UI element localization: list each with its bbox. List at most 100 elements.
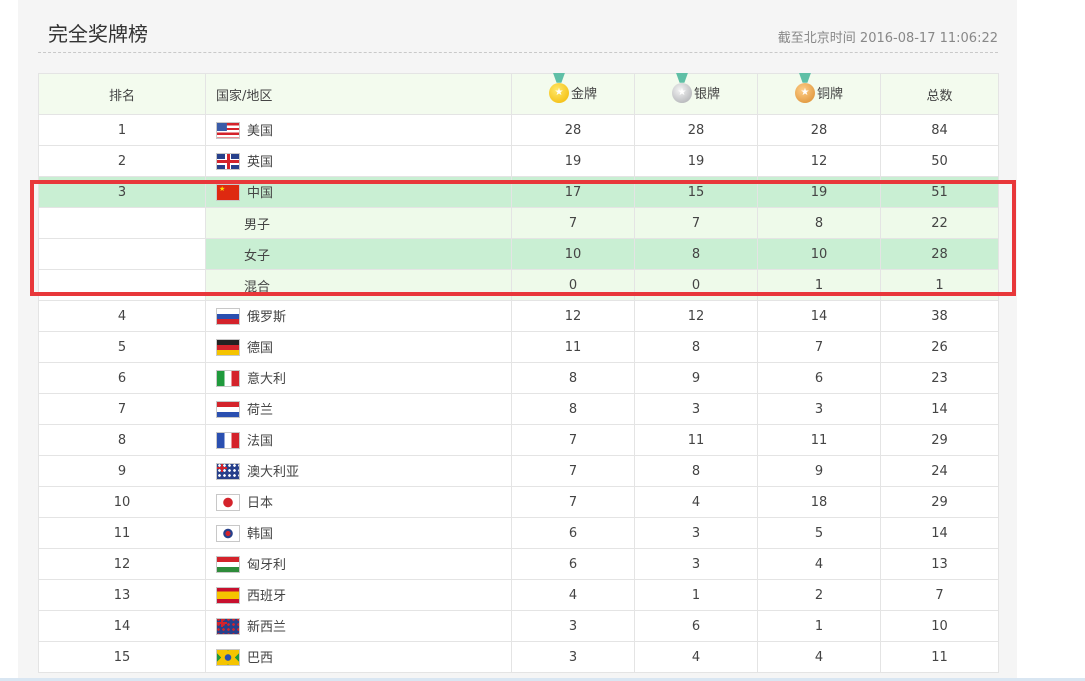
silver-cell: 28 (634, 114, 758, 146)
silver-cell: 3 (634, 548, 758, 580)
country-name: 韩国 (247, 527, 274, 542)
bronze-cell: 28 (757, 114, 881, 146)
china-breakdown-row: 混合 0 0 1 1 (38, 269, 999, 301)
gold-cell: 11 (511, 331, 635, 363)
bronze-cell: 7 (757, 331, 881, 363)
page-title: 完全奖牌榜 (48, 22, 148, 46)
country-cell[interactable]: 美国 (205, 114, 512, 146)
country-cell[interactable]: 巴西 (205, 641, 512, 673)
country-cell[interactable]: 法国 (205, 424, 512, 456)
rank-cell: 8 (38, 424, 206, 456)
country-name: 美国 (247, 124, 274, 139)
silver-cell: 3 (634, 517, 758, 549)
gold-cell: 28 (511, 114, 635, 146)
silver-cell: 3 (634, 393, 758, 425)
gold-cell: 7 (511, 486, 635, 518)
silver-medal-icon: ★ (671, 72, 692, 103)
total-cell: 38 (880, 300, 999, 332)
rank-cell: 12 (38, 548, 206, 580)
china-flag-icon: ★ (216, 184, 240, 201)
russia-flag-icon (216, 308, 240, 325)
country-header: 国家/地区 (205, 73, 512, 115)
table-row: 12 匈牙利 6 3 4 13 (38, 548, 999, 580)
table-header-row: 排名 国家/地区 ★ 金牌 ★ 银牌 ★ 铜牌 总数 (38, 72, 999, 115)
country-name: 中国 (247, 186, 274, 201)
country-cell[interactable]: 澳大利亚 (205, 455, 512, 487)
country-name: 英国 (247, 155, 274, 170)
gold-cell: 7 (511, 207, 635, 239)
table-row: 9 澳大利亚 7 8 9 24 (38, 455, 999, 487)
country-cell[interactable]: 俄罗斯 (205, 300, 512, 332)
country-cell[interactable]: 西班牙 (205, 579, 512, 611)
rank-cell: 2 (38, 145, 206, 177)
gold-cell: 8 (511, 362, 635, 394)
gold-header-label: 金牌 (570, 87, 597, 103)
total-cell: 26 (880, 331, 999, 363)
hungary-flag-icon (216, 556, 240, 573)
silver-cell: 15 (634, 176, 758, 208)
silver-cell: 8 (634, 331, 758, 363)
silver-cell: 8 (634, 238, 758, 270)
rank-cell: 10 (38, 486, 206, 518)
silver-cell: 11 (634, 424, 758, 456)
country-cell[interactable]: ★ 中国 (205, 176, 512, 208)
empty-rank-cell (38, 269, 206, 301)
total-cell: 13 (880, 548, 999, 580)
silver-cell: 19 (634, 145, 758, 177)
category-label: 混合 (205, 269, 512, 301)
silver-cell: 1 (634, 579, 758, 611)
empty-rank-cell (38, 207, 206, 239)
medal-table: 排名 国家/地区 ★ 金牌 ★ 银牌 ★ 铜牌 总数 1 美国 28 28 28… (38, 72, 999, 673)
table-row: 13 西班牙 4 1 2 7 (38, 579, 999, 611)
country-cell[interactable]: 意大利 (205, 362, 512, 394)
table-row: 15 巴西 3 4 4 11 (38, 641, 999, 673)
table-row: 5 德国 11 8 7 26 (38, 331, 999, 363)
country-name: 日本 (247, 496, 274, 511)
total-cell: 1 (880, 269, 999, 301)
table-row: 8 法国 7 11 11 29 (38, 424, 999, 456)
gold-cell: 0 (511, 269, 635, 301)
total-header: 总数 (880, 73, 999, 115)
panel-header: 完全奖牌榜 截至北京时间 2016-08-17 11:06:22 (38, 0, 998, 53)
bronze-cell: 4 (757, 641, 881, 673)
rank-cell: 4 (38, 300, 206, 332)
bronze-header-label: 铜牌 (816, 87, 843, 103)
rank-cell: 9 (38, 455, 206, 487)
table-row: 4 俄罗斯 12 12 14 38 (38, 300, 999, 332)
category-label: 女子 (205, 238, 512, 270)
country-cell[interactable]: 荷兰 (205, 393, 512, 425)
country-name: 西班牙 (247, 589, 287, 604)
gold-cell: 6 (511, 517, 635, 549)
australia-flag-icon (216, 463, 240, 480)
country-cell[interactable]: 英国 (205, 145, 512, 177)
country-cell[interactable]: 德国 (205, 331, 512, 363)
total-cell: 28 (880, 238, 999, 270)
total-cell: 84 (880, 114, 999, 146)
country-cell[interactable]: 新西兰 (205, 610, 512, 642)
bronze-cell: 3 (757, 393, 881, 425)
country-cell[interactable]: 匈牙利 (205, 548, 512, 580)
uk-flag-icon (216, 153, 240, 170)
country-cell[interactable]: 日本 (205, 486, 512, 518)
silver-cell: 9 (634, 362, 758, 394)
table-row: 6 意大利 8 9 6 23 (38, 362, 999, 394)
total-cell: 24 (880, 455, 999, 487)
country-cell[interactable]: 韩国 (205, 517, 512, 549)
bronze-cell: 14 (757, 300, 881, 332)
rank-cell: 6 (38, 362, 206, 394)
rank-header: 排名 (38, 73, 206, 115)
silver-cell: 4 (634, 486, 758, 518)
bronze-cell: 5 (757, 517, 881, 549)
spain-flag-icon (216, 587, 240, 604)
korea-flag-icon (216, 525, 240, 542)
total-cell: 29 (880, 424, 999, 456)
table-row: 11 韩国 6 3 5 14 (38, 517, 999, 549)
bronze-cell: 6 (757, 362, 881, 394)
bronze-medal-icon: ★ (794, 72, 815, 103)
china-breakdown-row: 男子 7 7 8 22 (38, 207, 999, 239)
table-row: 2 英国 19 19 12 50 (38, 145, 999, 177)
gold-header: ★ 金牌 (511, 72, 635, 115)
bronze-cell: 4 (757, 548, 881, 580)
table-row: 14 新西兰 3 6 1 10 (38, 610, 999, 642)
total-cell: 10 (880, 610, 999, 642)
